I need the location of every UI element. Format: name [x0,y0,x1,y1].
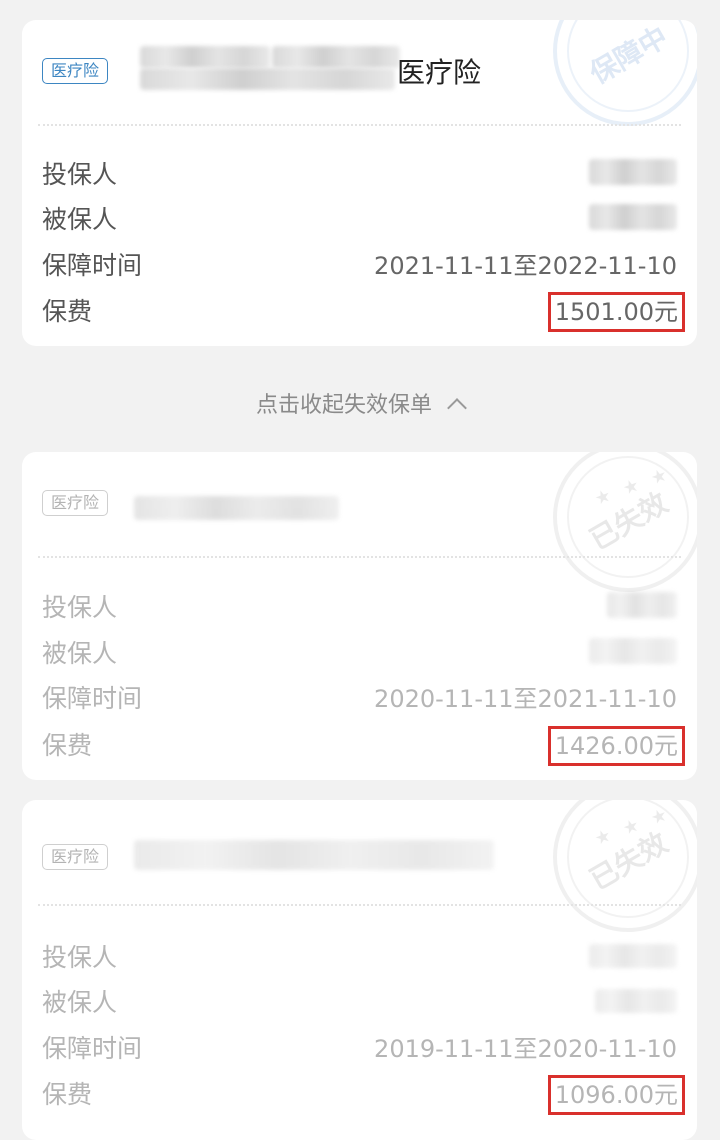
premium-label: 保费 [42,731,93,760]
policy-card-expired[interactable]: ★ ★ ★ 已失效 医疗险 投保人 被保人 保障时间 2019-11-11至20… [22,800,697,1140]
coverage-period-row: 保障时间 2019-11-11至2020-11-10 [42,1029,677,1069]
policyholder-label: 投保人 [42,943,118,972]
premium-label: 保费 [42,1080,93,1109]
redacted-policy-name [134,840,494,870]
coverage-period-row: 保障时间 2020-11-11至2021-11-10 [42,679,677,719]
premium-value: 1096.00元 [547,1075,685,1115]
coverage-period-label: 保障时间 [42,1034,143,1063]
redacted-policyholder [589,159,677,185]
insured-label: 被保人 [42,639,118,668]
insured-row: 被保人 [42,200,677,240]
coverage-period-value: 2020-11-11至2021-11-10 [374,685,677,713]
coverage-period-label: 保障时间 [42,251,143,280]
chevron-up-icon [447,398,467,418]
redacted-policy-name [134,496,339,520]
status-stamp: ★ ★ ★ 已失效 [553,800,697,932]
policy-title: 医疗险 [397,56,482,89]
policy-card-expired[interactable]: ★ ★ ★ 已失效 医疗险 投保人 被保人 保障时间 2020-11-11至20… [22,452,697,780]
insured-label: 被保人 [42,205,118,234]
redacted-insured [595,989,677,1013]
policy-type-tag: 医疗险 [42,58,109,84]
collapse-expired-policies-button[interactable]: 点击收起失效保单 [0,386,720,426]
premium-value: 1426.00元 [547,726,685,766]
redacted-policyholder [607,592,677,618]
redacted-policyholder [589,944,677,968]
status-stamp: 保障中 [553,20,697,126]
premium-value: 1501.00元 [547,292,685,332]
premium-row: 保费 1426.00元 [42,726,685,766]
redacted-policy-name [140,46,270,68]
divider [38,124,681,126]
policy-type-tag: 医疗险 [42,490,109,516]
policyholder-label: 投保人 [42,593,118,622]
policy-type-tag: 医疗险 [42,844,109,870]
divider [38,904,681,906]
coverage-period-row: 保障时间 2021-11-11至2022-11-10 [42,246,677,286]
premium-row: 保费 1096.00元 [42,1075,685,1115]
insured-row: 被保人 [42,983,677,1023]
policyholder-row: 投保人 [42,588,677,628]
collapse-label: 点击收起失效保单 [255,393,432,418]
status-stamp: ★ ★ ★ 已失效 [553,452,697,592]
insured-label: 被保人 [42,988,118,1017]
insured-row: 被保人 [42,634,677,674]
policyholder-label: 投保人 [42,160,118,189]
policyholder-row: 投保人 [42,938,677,978]
coverage-period-value: 2019-11-11至2020-11-10 [374,1035,677,1063]
coverage-period-value: 2021-11-11至2022-11-10 [374,252,677,280]
policy-card-active[interactable]: 保障中 医疗险 医疗险 投保人 被保人 保障时间 2021-11-11至2022… [22,20,697,346]
redacted-insured [589,638,677,664]
redacted-insured [589,204,677,230]
redacted-policy-name [272,46,400,68]
premium-label: 保费 [42,297,93,326]
coverage-period-label: 保障时间 [42,684,143,713]
premium-row: 保费 1501.00元 [42,292,685,332]
divider [38,556,681,558]
redacted-policy-name [140,68,395,90]
policyholder-row: 投保人 [42,155,677,195]
